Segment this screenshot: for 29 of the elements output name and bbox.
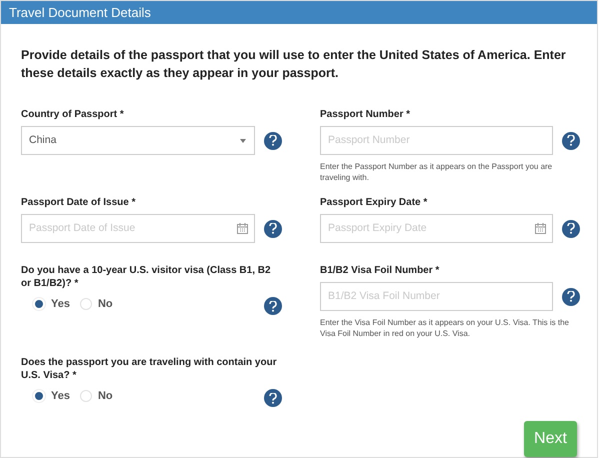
field-hint: Enter the Visa Foil Number as it appears on your U.S. Visa. This is the Visa Foil Number in red on your U.S. Visa. — [320, 317, 570, 339]
field-label: Passport Expiry Date * — [320, 196, 428, 209]
radio-button[interactable] — [80, 298, 92, 310]
field-hint: Enter the Passport Number as it appears on the Passport you are traveling with. — [320, 161, 554, 183]
field-label: Do you have a 10-year U.S. visitor visa (Class B1, B2 or B1/B2)? * — [21, 264, 272, 290]
field-label: Country of Passport * — [21, 108, 125, 121]
radio-label: No — [98, 296, 113, 312]
help-icon[interactable] — [264, 297, 282, 315]
help-icon[interactable] — [264, 132, 282, 150]
help-icon[interactable] — [562, 132, 580, 150]
radio-label: Yes — [51, 296, 70, 312]
help-icon[interactable] — [264, 220, 282, 238]
caret-icon[interactable] — [240, 138, 246, 142]
field-label: Passport Number * — [320, 108, 412, 121]
radio-label: No — [98, 388, 113, 404]
field-label: B1/B2 Visa Foil Number * — [320, 264, 440, 277]
calendar-icon[interactable] — [535, 223, 546, 234]
next-button[interactable]: Next — [524, 421, 577, 457]
panel-title: Travel Document Details — [9, 4, 151, 22]
field-label: Passport Date of Issue * — [21, 196, 136, 209]
radio-button[interactable] — [80, 390, 92, 402]
country-select[interactable]: China — [21, 126, 255, 155]
calendar-icon[interactable] — [237, 223, 248, 234]
help-icon[interactable] — [562, 220, 580, 238]
radio-label: Yes — [51, 388, 70, 404]
field-label: Does the passport you are traveling with contain your U.S. Visa? * — [21, 356, 278, 382]
help-icon[interactable] — [562, 288, 580, 306]
help-icon[interactable] — [264, 389, 282, 407]
intro-text: Provide details of the passport that you will use to enter the United States of America. Enter these details exactly as they appear in your passport. — [21, 47, 567, 82]
